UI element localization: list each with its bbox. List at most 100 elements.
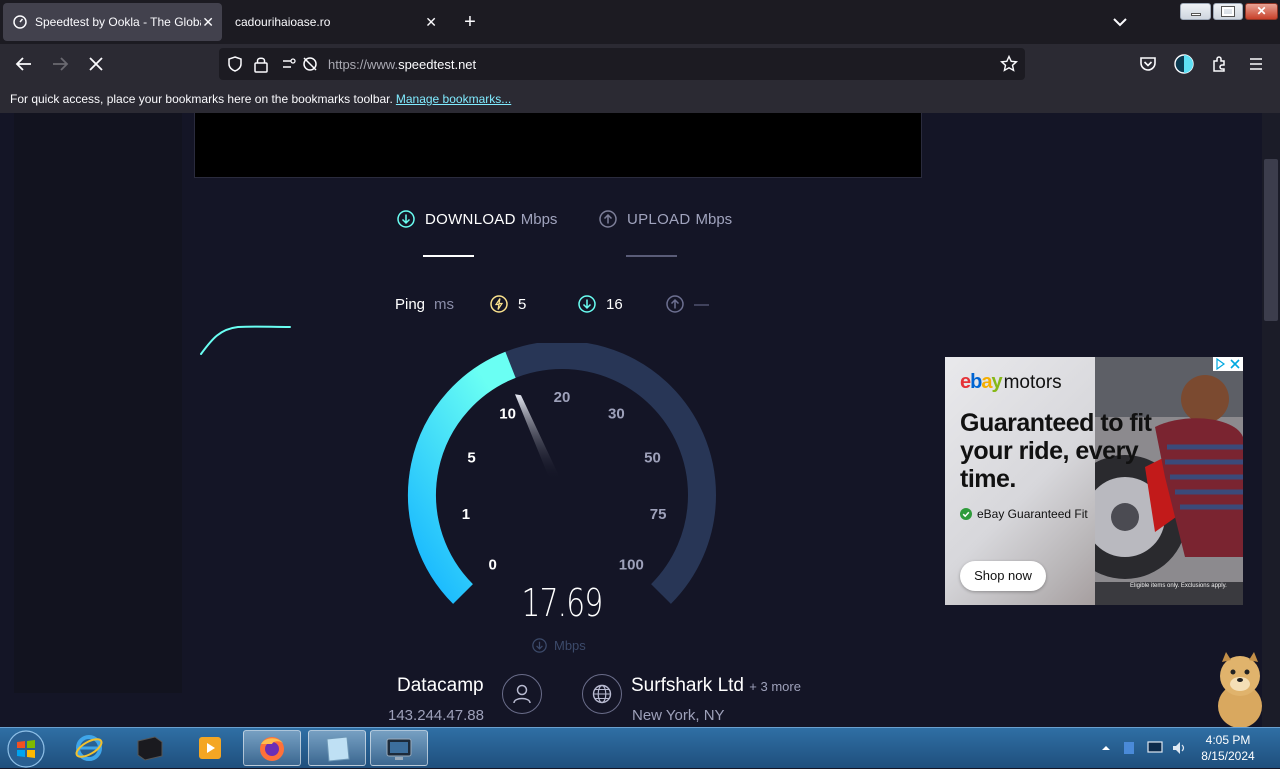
tracking-protection-shield-icon[interactable] xyxy=(226,55,244,73)
close-tab-icon[interactable]: ✕ xyxy=(425,14,437,31)
current-speed-value: 17.69 xyxy=(521,581,604,625)
ping-idle-value: 5 xyxy=(518,295,527,313)
network-icon[interactable] xyxy=(1146,740,1164,756)
speedtest-favicon-icon xyxy=(13,15,27,29)
tab-title: cadourihaioase.ro xyxy=(235,15,331,29)
firefox-icon xyxy=(260,737,284,761)
left-ad-column xyxy=(14,113,182,693)
tab-speedtest[interactable]: Speedtest by Ookla - The Global ✕ xyxy=(3,3,222,41)
ping-idle: 5 xyxy=(490,295,526,313)
download-arrow-icon xyxy=(578,295,596,313)
forward-arrow-icon[interactable] xyxy=(46,50,74,78)
server-name-group[interactable]: Surfshark Ltd + 3 more xyxy=(631,675,801,697)
window-glass-icon xyxy=(326,736,350,762)
speed-graph-line xyxy=(200,325,291,355)
check-circle-icon xyxy=(960,508,972,520)
tray-app-icon[interactable] xyxy=(1121,740,1137,756)
provider-ip: 143.244.47.88 xyxy=(388,707,484,724)
download-arrow-icon xyxy=(397,210,415,228)
media-player-icon xyxy=(199,737,221,759)
taskbar-clock[interactable]: 4:05 PM 8/15/2024 xyxy=(1196,732,1260,764)
bookmark-star-icon[interactable] xyxy=(1000,55,1018,73)
url-text[interactable]: https://www.speedtest.net xyxy=(328,57,476,72)
ping-upload-value: — xyxy=(694,295,709,313)
ad-fine-print: Eligible items only. Exclusions apply. xyxy=(1130,583,1227,589)
upload-arrow-icon xyxy=(599,210,617,228)
gauge-needle xyxy=(515,394,560,481)
ad-choices-icon[interactable] xyxy=(1213,357,1243,371)
page-scrollbar[interactable] xyxy=(1262,113,1280,727)
gauge-tick-label: 10 xyxy=(499,406,516,423)
pocket-icon[interactable] xyxy=(1134,50,1162,78)
gauge-tick-label: 50 xyxy=(644,450,661,467)
extensions-puzzle-icon[interactable] xyxy=(1206,50,1234,78)
dog-mascot-image xyxy=(1218,652,1262,728)
volume-icon[interactable] xyxy=(1171,740,1189,756)
lock-icon[interactable] xyxy=(253,55,269,73)
permissions-icon[interactable] xyxy=(281,55,317,73)
server-name: Surfshark Ltd xyxy=(631,675,744,696)
windows-taskbar: 4:05 PM 8/15/2024 xyxy=(0,727,1280,768)
taskbar-media-center[interactable] xyxy=(121,730,179,766)
stop-loading-icon[interactable] xyxy=(82,50,110,78)
globe-icon xyxy=(582,674,622,714)
taskbar-firefox[interactable] xyxy=(243,730,301,766)
download-arrow-icon xyxy=(532,638,547,653)
clock-time: 4:05 PM xyxy=(1205,733,1251,747)
ping-label-group: Ping ms xyxy=(395,296,454,313)
clock-date: 8/15/2024 xyxy=(1201,749,1255,763)
ad-badge: eBay Guaranteed Fit xyxy=(960,507,1088,521)
tab-title: Speedtest by Ookla - The Global xyxy=(35,15,201,29)
list-all-tabs-icon[interactable] xyxy=(1108,10,1132,34)
show-hidden-icons-icon[interactable] xyxy=(1100,742,1112,754)
ping-upload: — xyxy=(666,295,709,313)
ad-badge-text: eBay Guaranteed Fit xyxy=(977,507,1088,521)
bookmarks-toolbar: For quick access, place your bookmarks h… xyxy=(0,85,1280,113)
taskbar-internet-explorer[interactable] xyxy=(60,730,118,766)
speedtest-page: DOWNLOAD Mbps UPLOAD Mbps Ping ms 5 16 —… xyxy=(0,113,1262,727)
hamburger-menu-icon[interactable] xyxy=(1242,50,1270,78)
speed-unit-label: Mbps xyxy=(554,638,586,653)
shop-now-button[interactable]: Shop now xyxy=(960,561,1046,591)
ebay-motors-logo: ebay motors xyxy=(960,371,1062,393)
tab-cadourihaioase[interactable]: cadourihaioase.ro ✕ xyxy=(225,3,445,41)
scrollbar-thumb[interactable] xyxy=(1264,159,1278,321)
windows-start-icon[interactable] xyxy=(5,729,47,769)
url-bar[interactable]: https://www.speedtest.net xyxy=(219,48,1025,80)
download-label: DOWNLOAD xyxy=(425,210,516,228)
manage-bookmarks-link[interactable]: Manage bookmarks... xyxy=(396,92,511,106)
speed-unit-group: Mbps xyxy=(532,638,586,653)
top-banner-ad[interactable] xyxy=(194,113,922,178)
ad-headline: Guaranteed to fit your ride, every time. xyxy=(960,409,1152,493)
gauge-tick-label: 1 xyxy=(462,506,470,523)
server-location: New York, NY xyxy=(632,707,725,724)
new-tab-button[interactable]: + xyxy=(458,8,482,36)
download-underline xyxy=(423,255,474,257)
upload-label: UPLOAD xyxy=(627,210,691,228)
back-arrow-icon[interactable] xyxy=(10,50,38,78)
ping-download: 16 xyxy=(578,295,623,313)
account-avatar-icon[interactable] xyxy=(1170,50,1198,78)
window-close-button[interactable]: ✕ xyxy=(1245,3,1278,20)
close-tab-icon[interactable]: ✕ xyxy=(202,14,214,31)
provider-name: Datacamp xyxy=(397,675,484,696)
taskbar-media-player[interactable] xyxy=(181,730,239,766)
minimize-button[interactable] xyxy=(1180,3,1211,20)
ebay-motors-ad[interactable]: ebay motors Guaranteed to fit your ride, … xyxy=(945,357,1243,605)
change-server-more[interactable]: + 3 more xyxy=(749,679,801,694)
gauge-tick-label: 75 xyxy=(650,506,667,523)
ping-unit: ms xyxy=(434,296,455,313)
ping-label: Ping xyxy=(395,296,426,313)
download-unit: Mbps xyxy=(520,210,558,228)
gauge-tick-label: 0 xyxy=(489,556,497,573)
device-box-icon xyxy=(137,736,163,761)
bookmarks-hint: For quick access, place your bookmarks h… xyxy=(10,92,512,106)
monitor-icon xyxy=(386,738,412,760)
tab-bar: Speedtest by Ookla - The Global ✕ cadour… xyxy=(0,0,1280,44)
maximize-button[interactable] xyxy=(1213,3,1243,20)
download-metric: DOWNLOAD Mbps xyxy=(397,210,557,228)
taskbar-notepad[interactable] xyxy=(308,730,366,766)
gauge-tick-label: 30 xyxy=(608,406,625,423)
internet-explorer-icon xyxy=(75,735,103,761)
taskbar-screen-recorder[interactable] xyxy=(370,730,428,766)
